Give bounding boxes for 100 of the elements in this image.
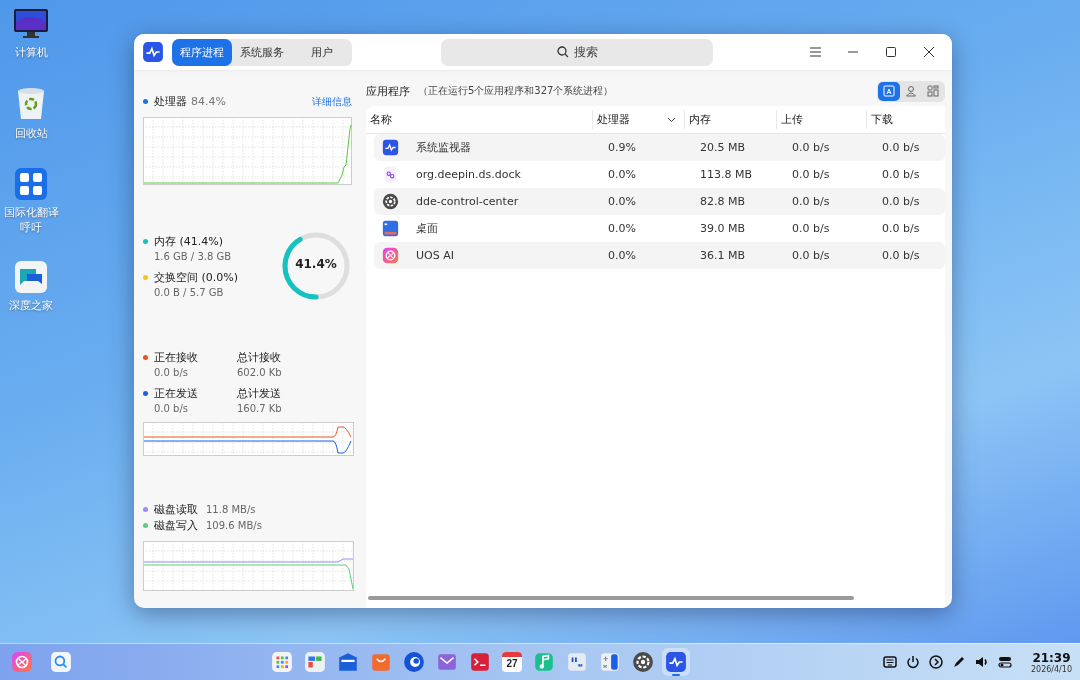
gear-icon xyxy=(382,193,399,210)
column-header[interactable]: 上传 xyxy=(776,110,866,129)
grid-icon xyxy=(927,85,939,97)
files-icon xyxy=(337,651,359,673)
settings-icon xyxy=(632,651,654,673)
pulse-icon xyxy=(382,139,399,156)
table-cell-text: 0.0% xyxy=(607,195,637,208)
browser-icon xyxy=(403,651,425,673)
table-cell-text: 0.0% xyxy=(607,222,637,235)
keyboard-icon[interactable] xyxy=(882,655,897,669)
table-cell-text: 39.0 MB xyxy=(699,222,747,235)
ai-app-icon xyxy=(382,247,399,264)
network-total-label: 总计接收 xyxy=(237,350,282,365)
network-total-label: 总计发送 xyxy=(237,386,282,401)
memory-usage: 0.0 B / 5.7 GB xyxy=(153,287,225,298)
monitor-icon xyxy=(665,651,687,673)
table-row[interactable]: 系统监视器 0.9% 20.5 MB 0.0 b/s 0.0 b/s xyxy=(374,134,945,161)
table-row[interactable]: UOS AI 0.0% 36.1 MB 0.0 b/s 0.0 b/s xyxy=(374,242,945,269)
monitor-icon[interactable] xyxy=(13,8,49,40)
dock-app-button[interactable] xyxy=(662,648,690,676)
dock-app-button[interactable]: 27 xyxy=(499,649,525,675)
app-logo-icon xyxy=(142,41,164,63)
store-icon xyxy=(370,651,392,673)
table-cell-text: 0.0 b/s xyxy=(791,168,831,181)
app-icon xyxy=(382,166,399,183)
pen-icon[interactable] xyxy=(951,655,966,669)
section-title: 应用程序 xyxy=(366,83,410,99)
process-name: 系统监视器 xyxy=(415,140,471,155)
table-cell-text: 0.0 b/s xyxy=(881,249,921,262)
translate-icon[interactable] xyxy=(15,167,47,200)
memory-label: 交换空间 (0.0%) xyxy=(143,270,239,285)
column-header[interactable]: 处理器 xyxy=(592,110,684,129)
memory-label: 内存 (41.4%) xyxy=(143,234,239,249)
search-icon xyxy=(50,651,72,673)
tab[interactable]: 系统服务 xyxy=(232,38,292,66)
ai-app-icon xyxy=(11,651,33,673)
menu-icon xyxy=(809,47,821,57)
table-cell-text: 0.0% xyxy=(607,168,637,181)
person-icon xyxy=(905,85,917,97)
network-rate: 0.0 b/s xyxy=(153,403,189,414)
trash-icon[interactable] xyxy=(16,86,46,121)
table-cell-text: 0.0 b/s xyxy=(791,222,831,235)
search-icon xyxy=(556,46,569,58)
chevron-circle-icon[interactable] xyxy=(928,655,943,669)
network-total: 602.0 Kb xyxy=(237,367,283,378)
search-placeholder: 搜索 xyxy=(573,43,598,61)
process-name: org.deepin.ds.dock xyxy=(415,168,521,181)
table-cell-text: 0.9% xyxy=(607,141,637,154)
process-name: dde-control-center xyxy=(415,195,519,208)
calendar-date: 27 xyxy=(505,657,519,671)
chat-bubbles-icon[interactable] xyxy=(15,261,47,294)
maximize-icon xyxy=(886,47,896,57)
process-name: 桌面 xyxy=(415,221,438,236)
scrollbar[interactable] xyxy=(368,596,854,600)
close-icon xyxy=(924,47,934,57)
network-label: 正在发送 xyxy=(143,386,237,401)
table-cell-text: 0.0 b/s xyxy=(791,141,831,154)
table-cell-text: 20.5 MB xyxy=(699,141,747,154)
tab[interactable]: 用户 xyxy=(292,38,352,66)
column-header[interactable]: 下载 xyxy=(866,110,945,129)
sort-caret-icon xyxy=(667,116,676,123)
letter-a-icon xyxy=(883,85,895,97)
clock-time[interactable]: 21:39 xyxy=(1032,650,1071,665)
gauge-reading: 41.4% xyxy=(294,257,338,271)
multitask-icon xyxy=(304,651,326,673)
column-header[interactable]: 名称 xyxy=(366,110,592,129)
power-icon[interactable] xyxy=(905,655,920,669)
cpu-label: 处理器 84.4% xyxy=(143,94,226,109)
network-rate: 0.0 b/s xyxy=(153,367,189,378)
notes-icon xyxy=(566,651,588,673)
search-field[interactable]: 搜索 xyxy=(441,38,713,66)
table-row[interactable]: dde-control-center 0.0% 82.8 MB 0.0 b/s 0.0 b/s xyxy=(374,188,945,215)
table-cell-text: 0.0 b/s xyxy=(881,222,921,235)
speaker-icon[interactable] xyxy=(974,655,989,669)
table-cell-text: 36.1 MB xyxy=(699,249,747,262)
music-icon xyxy=(533,651,555,673)
table-cell-text: 0.0 b/s xyxy=(881,168,921,181)
mail-icon xyxy=(436,651,458,673)
disk-label: 磁盘读取 xyxy=(143,502,198,517)
memory-usage: 1.6 GB / 3.8 GB xyxy=(153,251,233,262)
table-cell-text: 0.0 b/s xyxy=(881,195,921,208)
table-cell-text: 0.0 b/s xyxy=(791,195,831,208)
table-cell-text: 0.0% xyxy=(607,249,637,262)
disk-rate: 11.8 MB/s xyxy=(206,504,256,515)
disk-rate: 109.6 MB/s xyxy=(206,520,262,531)
table-cell-text: 113.8 MB xyxy=(699,168,754,181)
app-icon xyxy=(382,220,399,237)
clock-date[interactable]: 2026/4/10 xyxy=(1030,664,1072,674)
process-name: UOS AI xyxy=(415,249,454,262)
network-total: 160.7 Kb xyxy=(237,403,283,414)
details-link[interactable]: 详细信息 xyxy=(312,94,352,109)
minimize-icon xyxy=(848,51,858,53)
tab[interactable]: 程序进程 xyxy=(172,38,232,66)
terminal-icon xyxy=(469,651,491,673)
toggle-icon[interactable] xyxy=(997,655,1012,669)
app-view-button[interactable] xyxy=(878,81,900,101)
table-cell-text: 0.0 b/s xyxy=(881,141,921,154)
column-header[interactable]: 内存 xyxy=(684,110,776,129)
table-cell-text: 82.8 MB xyxy=(699,195,747,208)
calculator-icon xyxy=(599,651,621,673)
